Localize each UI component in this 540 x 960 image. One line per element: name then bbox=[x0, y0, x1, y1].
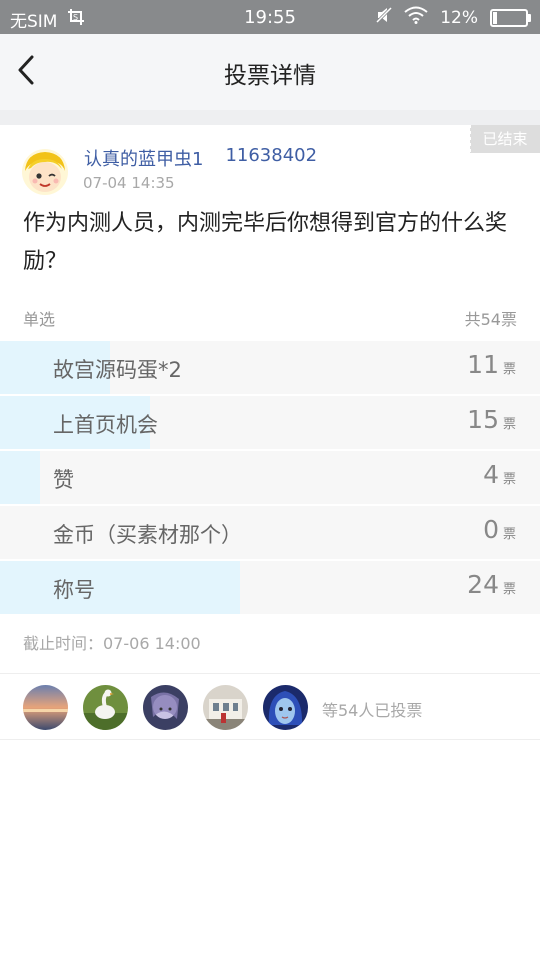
option-count: 11 票 bbox=[467, 350, 516, 379]
vote-number: 15 bbox=[467, 405, 499, 434]
voter-avatar[interactable] bbox=[263, 685, 308, 730]
option-label: 金币（买素材那个） bbox=[53, 523, 242, 547]
total-votes: 共54票 bbox=[464, 310, 517, 329]
battery-level bbox=[493, 11, 498, 24]
poll-card: 已结束 认真的蓝甲虫1 11638402 07-04 14:35 作为内测人员，… bbox=[0, 125, 540, 960]
vote-bar bbox=[0, 451, 40, 504]
divider bbox=[0, 739, 540, 740]
author-line: 认真的蓝甲虫1 11638402 bbox=[84, 145, 317, 171]
vote-unit: 票 bbox=[502, 582, 516, 597]
poll-type: 单选 bbox=[23, 310, 56, 329]
voters-row[interactable]: 等54人已投票 bbox=[0, 674, 540, 739]
status-badge: 已结束 bbox=[469, 125, 540, 153]
author-name[interactable]: 认真的蓝甲虫1 bbox=[84, 145, 203, 171]
option-label: 赞 bbox=[53, 468, 74, 492]
vote-unit: 票 bbox=[502, 472, 516, 487]
vote-unit: 票 bbox=[502, 417, 516, 432]
poll-options: 故宫源码蛋*2 11 票 上首页机会 15 票 赞 4 票 金币（买素材那个） bbox=[0, 341, 540, 616]
option-count: 0 票 bbox=[483, 515, 516, 544]
voters-summary: 等54人已投票 bbox=[322, 701, 423, 720]
poll-question: 作为内测人员，内测完毕后你想得到官方的什么奖励？ bbox=[23, 211, 508, 274]
author-avatar[interactable] bbox=[22, 149, 68, 195]
battery-percent: 12% bbox=[440, 7, 478, 28]
poll-meta: 单选 共54票 bbox=[23, 306, 517, 330]
section-gap bbox=[0, 110, 540, 125]
option-count: 15 票 bbox=[467, 405, 516, 434]
author-id: 11638402 bbox=[225, 145, 318, 166]
vote-number: 11 bbox=[467, 350, 499, 379]
option-label: 上首页机会 bbox=[53, 413, 158, 437]
option-count: 4 票 bbox=[483, 460, 516, 489]
poll-option[interactable]: 赞 4 票 bbox=[0, 451, 540, 504]
poll-option[interactable]: 称号 24 票 bbox=[0, 561, 540, 614]
voter-avatar[interactable] bbox=[23, 685, 68, 730]
vote-bar bbox=[0, 561, 240, 614]
option-count: 24 票 bbox=[467, 570, 516, 599]
wifi-icon bbox=[404, 6, 428, 29]
poll-deadline: 截止时间：07-06 14:00 bbox=[23, 634, 201, 653]
vote-unit: 票 bbox=[502, 527, 516, 542]
option-label: 故宫源码蛋*2 bbox=[53, 358, 182, 382]
poll-option[interactable]: 故宫源码蛋*2 11 票 bbox=[0, 341, 540, 394]
vote-unit: 票 bbox=[502, 362, 516, 377]
status-bar: 无SIM S 19:55 12% bbox=[0, 0, 540, 34]
post-time: 07-04 14:35 bbox=[83, 174, 175, 192]
poll-option[interactable]: 上首页机会 15 票 bbox=[0, 396, 540, 449]
voter-avatar[interactable] bbox=[143, 685, 188, 730]
nav-bar: 投票详情 bbox=[0, 34, 540, 110]
voter-avatar[interactable] bbox=[203, 685, 248, 730]
mute-icon bbox=[376, 6, 393, 29]
vote-number: 24 bbox=[467, 570, 499, 599]
battery-icon bbox=[490, 8, 531, 27]
vote-number: 0 bbox=[483, 515, 499, 544]
status-right: 12% bbox=[376, 6, 531, 29]
vote-number: 4 bbox=[483, 460, 499, 489]
page-title: 投票详情 bbox=[224, 63, 316, 89]
option-label: 称号 bbox=[53, 578, 95, 602]
poll-option[interactable]: 金币（买素材那个） 0 票 bbox=[0, 506, 540, 559]
voter-avatar[interactable] bbox=[83, 685, 128, 730]
